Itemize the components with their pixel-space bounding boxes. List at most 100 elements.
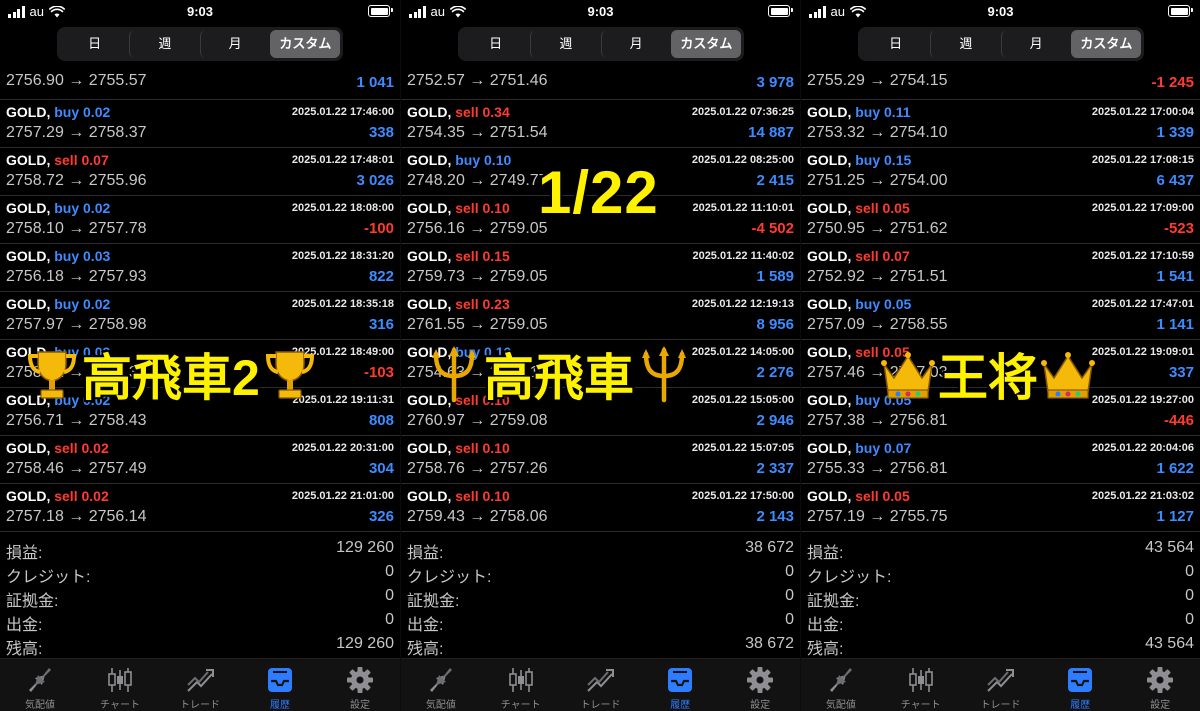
trade-prices: 2759.43 → 2758.06 <box>407 508 548 525</box>
segment-month[interactable]: 月 <box>600 30 671 58</box>
trade-title: GOLD, sell 0.07 <box>807 248 910 264</box>
trade-history-list[interactable]: 2755.29 → 2754.15 -1 245 GOLD, buy 0.11 2… <box>801 64 1200 532</box>
tab-chart-label: チャート <box>900 700 941 711</box>
trade-side: sell <box>455 248 479 264</box>
trade-prices: 2756.16 → 2759.05 <box>407 220 548 237</box>
crown-icon <box>881 352 935 399</box>
trade-side: sell <box>54 440 78 456</box>
segment-day[interactable]: 日 <box>60 30 129 58</box>
trade-symbol: GOLD, <box>807 200 852 216</box>
table-row[interactable]: GOLD, buy 0.02 2025.01.22 17:46:00 2757.29… <box>0 100 400 148</box>
trade-title: GOLD, buy 0.10 <box>407 152 511 168</box>
tab-trade[interactable]: トレード <box>961 659 1041 711</box>
trade-history-list[interactable]: 2752.57 → 2751.46 3 978 GOLD, sell 0.34 2… <box>401 64 800 532</box>
trade-prices: 2753.32 → 2754.10 <box>807 124 948 141</box>
tab-trade-label: トレード <box>980 700 1021 711</box>
gear-icon <box>1147 667 1174 693</box>
table-row[interactable]: GOLD, buy 0.05 2025.01.22 17:47:01 2757.09… <box>801 292 1200 340</box>
trade-title: GOLD, sell 0.34 <box>407 104 510 120</box>
segment-day[interactable]: 日 <box>861 30 930 58</box>
trade-volume: 0.02 <box>83 296 111 312</box>
trade-symbol: GOLD, <box>6 440 51 456</box>
trade-profit: 822 <box>368 268 394 285</box>
trade-time: 2025.01.22 17:09:00 <box>1091 202 1194 214</box>
trade-profit: -1 245 <box>1151 74 1194 91</box>
tab-chart[interactable]: チャート <box>881 659 961 711</box>
table-row[interactable]: GOLD, sell 0.07 2025.01.22 17:48:01 2758.7… <box>0 148 400 196</box>
inbox-icon <box>668 668 693 692</box>
trade-profit: 1 041 <box>356 74 394 91</box>
trade-symbol: GOLD, <box>6 104 51 120</box>
table-row[interactable]: GOLD, sell 0.07 2025.01.22 17:10:59 2752.9… <box>801 244 1200 292</box>
list-item[interactable]: 2752.57 → 2751.46 3 978 <box>401 64 800 100</box>
segment-month[interactable]: 月 <box>1000 30 1071 58</box>
trade-symbol: GOLD, <box>807 344 852 360</box>
table-row[interactable]: GOLD, buy 0.02 2025.01.22 18:08:00 2758.10… <box>0 196 400 244</box>
tab-chart-label: チャート <box>500 700 541 711</box>
table-row[interactable]: GOLD, sell 0.02 2025.01.22 20:31:00 2758.4… <box>0 436 400 484</box>
table-row[interactable]: GOLD, sell 0.15 2025.01.22 11:40:02 2759.7… <box>401 244 800 292</box>
tab-chart[interactable]: チャート <box>80 659 160 711</box>
trade-profit: 1 541 <box>1156 268 1194 285</box>
trade-volume: 0.10 <box>482 488 510 504</box>
trade-volume: 0.02 <box>81 488 109 504</box>
quotes-icon <box>29 668 51 692</box>
segment-month[interactable]: 月 <box>199 30 270 58</box>
table-row[interactable]: GOLD, buy 0.02 2025.01.22 18:35:18 2757.97… <box>0 292 400 340</box>
tab-quotes[interactable]: 気配値 <box>401 659 481 711</box>
trade-symbol: GOLD, <box>807 104 852 120</box>
table-row[interactable]: GOLD, sell 0.10 2025.01.22 17:50:00 2759.4… <box>401 484 800 532</box>
trade-prices: 2754.35 → 2751.54 <box>407 124 548 141</box>
trade-time: 2025.01.22 17:50:00 <box>691 490 794 502</box>
status-bar: au 9:03 <box>401 0 800 24</box>
table-row[interactable]: GOLD, sell 0.05 2025.01.22 17:09:00 2750.9… <box>801 196 1200 244</box>
segment-custom[interactable]: カスタム <box>269 30 340 58</box>
clock: 9:03 <box>587 4 614 19</box>
trade-time: 2025.01.22 17:00:04 <box>1091 106 1194 118</box>
segment-custom[interactable]: カスタム <box>670 30 741 58</box>
table-row[interactable]: GOLD, sell 0.34 2025.01.22 07:36:25 2754.3… <box>401 100 800 148</box>
segment-day[interactable]: 日 <box>461 30 530 58</box>
summary-row: クレジット: 0 <box>401 560 800 586</box>
table-row[interactable]: GOLD, buy 0.07 2025.01.22 20:04:06 2755.33… <box>801 436 1200 484</box>
trade-prices: 2757.97 → 2758.98 <box>6 316 147 333</box>
trophy-icon <box>27 351 77 399</box>
tab-history[interactable]: 履歴 <box>640 659 720 711</box>
table-row[interactable]: GOLD, sell 0.23 2025.01.22 12:19:13 2761.5… <box>401 292 800 340</box>
trade-side: buy <box>855 392 881 408</box>
list-item[interactable]: 2755.29 → 2754.15 -1 245 <box>801 64 1200 100</box>
table-row[interactable]: GOLD, sell 0.10 2025.01.22 15:07:05 2758.7… <box>401 436 800 484</box>
table-row[interactable]: GOLD, sell 0.05 2025.01.22 21:03:02 2757.1… <box>801 484 1200 532</box>
tab-settings[interactable]: 設定 <box>1120 659 1200 711</box>
tab-history[interactable]: 履歴 <box>240 659 320 711</box>
table-row[interactable]: GOLD, buy 0.03 2025.01.22 18:31:20 2756.18… <box>0 244 400 292</box>
trade-prices: 2757.29 → 2758.37 <box>6 124 147 141</box>
list-item[interactable]: 2756.90 → 2755.57 1 041 <box>0 64 400 100</box>
trade-profit: -100 <box>363 220 394 237</box>
segment-custom[interactable]: カスタム <box>1070 30 1141 58</box>
tab-trade[interactable]: トレード <box>561 659 641 711</box>
table-row[interactable]: GOLD, buy 0.11 2025.01.22 17:00:04 2753.32… <box>801 100 1200 148</box>
trade-volume: 0.34 <box>482 104 510 120</box>
tab-history[interactable]: 履歴 <box>1040 659 1120 711</box>
tab-chart[interactable]: チャート <box>481 659 561 711</box>
trade-prices: 2757.38 → 2756.81 <box>807 412 948 429</box>
tab-trade[interactable]: トレード <box>160 659 240 711</box>
segment-week[interactable]: 週 <box>930 30 1000 58</box>
trade-history-list[interactable]: 2756.90 → 2755.57 1 041 GOLD, buy 0.02 20… <box>0 64 400 532</box>
trade-profit: 316 <box>368 316 394 333</box>
tab-settings[interactable]: 設定 <box>720 659 800 711</box>
trade-prices: 2757.09 → 2758.55 <box>807 316 948 333</box>
segment-week[interactable]: 週 <box>530 30 600 58</box>
trident-icon <box>642 346 686 403</box>
status-bar: au 9:03 <box>801 0 1200 24</box>
summary-value: 0 <box>1185 587 1194 604</box>
tab-quotes[interactable]: 気配値 <box>0 659 80 711</box>
segment-week[interactable]: 週 <box>129 30 199 58</box>
tab-quotes[interactable]: 気配値 <box>801 659 881 711</box>
table-row[interactable]: GOLD, sell 0.02 2025.01.22 21:01:00 2757.1… <box>0 484 400 532</box>
trade-side: buy <box>855 440 881 456</box>
summary-label: 残高: <box>6 641 43 658</box>
tab-settings[interactable]: 設定 <box>320 659 400 711</box>
table-row[interactable]: GOLD, buy 0.15 2025.01.22 17:08:15 2751.25… <box>801 148 1200 196</box>
